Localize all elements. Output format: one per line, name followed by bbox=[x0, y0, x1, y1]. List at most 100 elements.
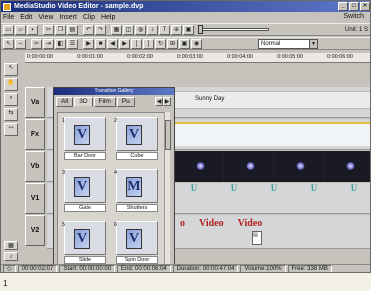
select-tool-icon[interactable]: ↖ bbox=[3, 38, 14, 49]
menu-file[interactable]: File bbox=[3, 14, 14, 21]
loop-icon[interactable]: ↻ bbox=[155, 38, 166, 49]
track-label-v1[interactable]: V1 bbox=[25, 183, 45, 214]
ruler-tick: 0:00:03:00 bbox=[177, 54, 203, 60]
undo-icon[interactable]: ↶ bbox=[83, 24, 94, 35]
video-text-clip[interactable]: o Video Video bbox=[174, 218, 370, 229]
rewind-icon[interactable]: ◀ bbox=[107, 38, 118, 49]
trim-tool-icon[interactable]: ⇔ bbox=[15, 38, 26, 49]
tab-film[interactable]: Film bbox=[93, 97, 116, 107]
preview-icon[interactable]: ▣ bbox=[179, 38, 190, 49]
title-letter: U bbox=[310, 183, 318, 193]
text-icon[interactable]: T bbox=[159, 24, 170, 35]
clip-properties-icon[interactable]: ▤ bbox=[252, 231, 262, 245]
menu-clip[interactable]: Clip bbox=[83, 14, 95, 21]
transition-item[interactable]: 2 V Cube bbox=[112, 117, 160, 161]
video-clip[interactable] bbox=[174, 151, 370, 182]
track-label-va[interactable]: Va bbox=[25, 87, 45, 118]
tab-3d[interactable]: 3D bbox=[74, 97, 93, 107]
status-end: End: 00:00:06:04 bbox=[117, 265, 171, 272]
transition-item[interactable]: 3 V Gate bbox=[60, 169, 108, 213]
chevron-right-icon[interactable]: ▶ bbox=[163, 97, 171, 106]
ruler-tick: 0:00:02:00 bbox=[127, 54, 153, 60]
zoom-slider[interactable] bbox=[198, 25, 269, 34]
transition-number: 4 bbox=[114, 170, 118, 176]
save-icon[interactable]: ▪ bbox=[27, 24, 38, 35]
library-tabs: All 3D Film Pu ◀ ▶ bbox=[54, 95, 174, 107]
menu-insert[interactable]: Insert bbox=[59, 14, 77, 21]
menu-help[interactable]: Help bbox=[101, 14, 115, 21]
edit-toolbar: ↖ ⇔ ✂ ⇥ ◧ ☰ ▶ ■ ◀ ▶ [ ] ↻ ⊞ ▣ ◉ Normal ▼ bbox=[1, 37, 370, 50]
minimize-button[interactable]: _ bbox=[338, 2, 348, 11]
zoom-icon[interactable]: ⊕ bbox=[171, 24, 182, 35]
zoom-slider-thumb[interactable] bbox=[198, 25, 203, 34]
track-icon[interactable]: ☰ bbox=[67, 38, 78, 49]
play-icon[interactable]: ▶ bbox=[83, 38, 94, 49]
mark-in-icon[interactable]: [ bbox=[131, 38, 142, 49]
pointer-tool-icon[interactable]: ↖ bbox=[4, 63, 18, 76]
title-letter: U bbox=[350, 183, 358, 193]
fx-clip[interactable] bbox=[174, 122, 370, 146]
transition-preview-icon: V bbox=[74, 125, 90, 145]
switch-menu[interactable]: Switch bbox=[343, 13, 364, 20]
transition-item[interactable]: 6 V Spin Door bbox=[112, 221, 160, 265]
grid-icon[interactable]: ▦ bbox=[111, 24, 122, 35]
effects-icon[interactable]: ◍ bbox=[135, 24, 146, 35]
split-icon[interactable]: ✂ bbox=[31, 38, 42, 49]
redo-icon[interactable]: ↷ bbox=[95, 24, 106, 35]
paste-icon[interactable]: ▤ bbox=[67, 24, 78, 35]
track-manager-icon[interactable]: ▦ bbox=[4, 241, 18, 250]
insert-icon[interactable]: ⇥ bbox=[43, 38, 54, 49]
library-scrollbar[interactable] bbox=[164, 112, 171, 271]
zoom-tool-icon[interactable]: ⌕ bbox=[4, 93, 18, 106]
mode-select[interactable]: Normal ▼ bbox=[258, 39, 318, 49]
overlay-icon[interactable]: ◧ bbox=[55, 38, 66, 49]
transition-item[interactable]: 5 V Slide bbox=[60, 221, 108, 265]
copy-icon[interactable]: ❐ bbox=[55, 24, 66, 35]
library-title[interactable]: Transition Gallery bbox=[54, 88, 174, 95]
new-icon[interactable]: ▭ bbox=[3, 24, 14, 35]
audio-icon[interactable]: ♪ bbox=[147, 24, 158, 35]
transition-item[interactable]: 1 V Bar Door bbox=[60, 117, 108, 161]
render-icon[interactable]: ◉ bbox=[191, 38, 202, 49]
maximize-button[interactable]: □ bbox=[349, 2, 359, 11]
track-label-vb[interactable]: Vb bbox=[25, 151, 45, 182]
layers-icon[interactable]: ◫ bbox=[123, 24, 134, 35]
transition-name: Shutters bbox=[116, 204, 158, 212]
snap-icon[interactable]: ⊞ bbox=[167, 38, 178, 49]
status-volume: Volume:100% bbox=[240, 265, 286, 272]
video-text: Video bbox=[237, 218, 263, 229]
transition-name: Spin Door bbox=[116, 256, 158, 264]
tab-all[interactable]: All bbox=[56, 97, 74, 107]
clip-sunny-day[interactable]: Sunny Day bbox=[174, 91, 370, 109]
mark-out-icon[interactable]: ] bbox=[143, 38, 154, 49]
status-current-time: 00:00:02:07 bbox=[17, 265, 58, 272]
library-scroll-thumb[interactable] bbox=[165, 120, 171, 150]
transition-item[interactable]: 4 M Shutters bbox=[112, 169, 160, 213]
ripple-tool-icon[interactable]: ⇆ bbox=[4, 108, 18, 121]
stop-icon[interactable]: ■ bbox=[95, 38, 106, 49]
tab-push[interactable]: Pu bbox=[116, 97, 135, 107]
transition-preview-icon: V bbox=[74, 177, 90, 197]
track-label-fx[interactable]: Fx bbox=[25, 119, 45, 150]
hand-tool-icon[interactable]: ✋ bbox=[4, 78, 18, 91]
forward-icon[interactable]: ▶ bbox=[119, 38, 130, 49]
video-frame bbox=[224, 151, 274, 182]
title-clip-strip[interactable]: U U U U U bbox=[174, 183, 370, 195]
slip-tool-icon[interactable]: ⇿ bbox=[4, 123, 18, 136]
transition-number: 1 bbox=[62, 118, 66, 124]
video-frame bbox=[324, 151, 370, 182]
open-icon[interactable]: ▱ bbox=[15, 24, 26, 35]
cut-icon[interactable]: ✂ bbox=[43, 24, 54, 35]
chevron-down-icon[interactable]: ▼ bbox=[309, 40, 317, 48]
menu-edit[interactable]: Edit bbox=[20, 14, 32, 21]
close-button[interactable]: ✕ bbox=[360, 2, 370, 11]
timeline-ruler[interactable]: 0:00:00:00 0:00:01:00 0:00:02:00 0:00:03… bbox=[25, 53, 370, 63]
transition-number: 6 bbox=[114, 222, 118, 228]
menu-view[interactable]: View bbox=[38, 14, 53, 21]
video-text: o bbox=[180, 218, 185, 229]
monitor-icon[interactable]: ▣ bbox=[183, 24, 194, 35]
track-label-v2[interactable]: V2 bbox=[25, 215, 45, 246]
audio-track-icon[interactable]: ♪ bbox=[4, 252, 18, 261]
chevron-left-icon[interactable]: ◀ bbox=[155, 97, 163, 106]
transition-name: Cube bbox=[116, 152, 158, 160]
